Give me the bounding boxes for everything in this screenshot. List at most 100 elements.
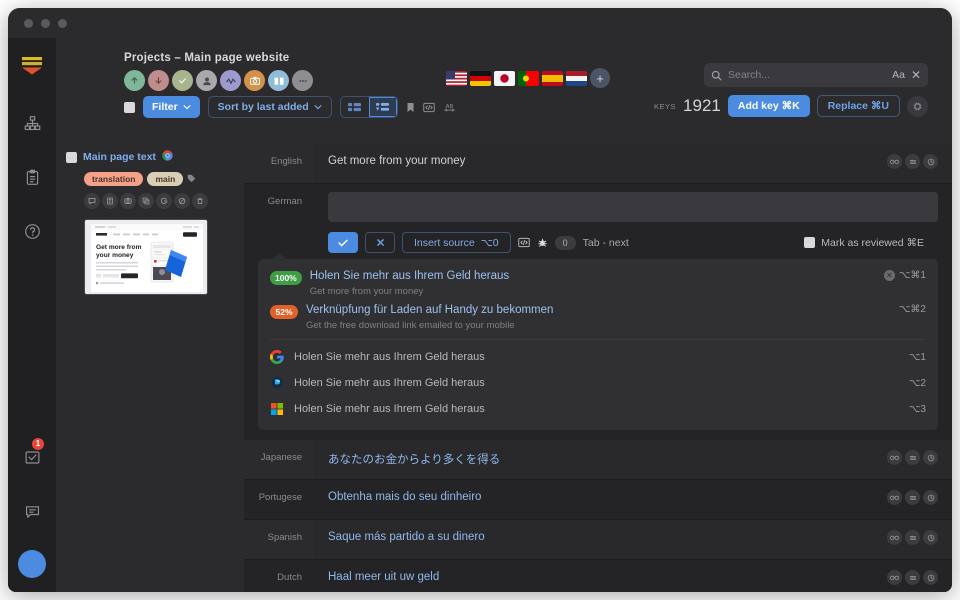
remove-suggestion-icon[interactable]: ✕ [883,270,895,281]
flag-spain-icon[interactable] [542,70,563,86]
sidebar-item-chat[interactable] [17,496,47,526]
search-clear-icon[interactable]: ✕ [911,68,921,82]
history-icon[interactable] [923,154,938,169]
cancel-translation-button[interactable] [365,232,395,253]
key-name[interactable]: Main page text [83,151,156,163]
suggestion-item[interactable]: 52% Verknüpfung für Laden auf Handy zu b… [258,299,938,333]
flag-germany-icon[interactable] [470,70,491,86]
translate-icon[interactable] [905,154,920,169]
row-language-label: Japanese [244,440,314,479]
sidebar-item-tasks[interactable] [17,162,47,192]
select-all-checkbox[interactable] [124,101,135,113]
glasses-icon[interactable] [887,154,902,169]
ab-compare-icon[interactable]: AB [443,102,456,113]
sidebar-item-inbox[interactable]: 1 [17,438,47,472]
history-icon[interactable] [923,490,938,505]
view-grid-button[interactable] [341,97,369,117]
add-language-button[interactable]: + [590,68,610,88]
mark-as-reviewed-toggle[interactable]: Mark as reviewed ⌘E [804,237,938,249]
screenshot-preview: Get more from your money [85,220,207,294]
contributor-check-icon[interactable] [172,70,193,91]
translate-icon[interactable] [905,570,920,585]
window-body: 1 Projects – Main page website + Search.… [8,38,952,592]
description-icon[interactable] [102,193,118,209]
row-translation-value[interactable]: Haal meer uit uw geld [314,560,887,592]
search-case-toggle[interactable]: Aa [892,69,905,81]
flag-japan-icon[interactable] [494,70,515,86]
tag-main[interactable]: main [147,172,184,186]
window-minimize-button[interactable] [41,18,50,28]
contributor-arrow-up-icon[interactable] [124,70,145,91]
contributor-book-icon[interactable] [268,70,289,91]
engine-suggestion-item[interactable]: Holen Sie mehr aus Ihrem Geld heraus ⌥3 [258,396,938,422]
glasses-icon[interactable] [887,450,902,465]
screenshot-icon[interactable] [120,193,136,209]
hidden-icon[interactable] [174,193,190,209]
mark-reviewed-checkbox[interactable] [804,237,816,248]
replace-button[interactable]: Replace ⌘U [816,95,900,117]
keys-label: KEYS [654,101,677,111]
contributor-arrow-down-icon[interactable] [148,70,169,91]
history-icon[interactable] [923,570,938,585]
insert-source-button[interactable]: Insert source ⌥0 [402,232,511,253]
suggestion-item[interactable]: 100% Holen Sie mehr aus Ihrem Geld herau… [258,265,938,299]
deepl-icon [270,376,284,390]
engine-suggestion-item[interactable]: Holen Sie mehr aus Ihrem Geld heraus ⌥1 [258,344,938,370]
tag-translation[interactable]: translation [84,172,144,186]
automations-icon[interactable] [907,95,928,117]
key-checkbox[interactable] [66,151,77,163]
google-translate-icon[interactable] [156,193,172,209]
window-close-button[interactable] [24,18,33,28]
chevron-down-icon [314,105,322,110]
history-icon[interactable] [923,450,938,465]
search-box[interactable]: Aa ✕ [704,63,928,87]
sort-button[interactable]: Sort by last added [207,96,332,118]
tag-icon[interactable] [187,174,196,185]
app-logo-icon[interactable] [19,54,45,80]
row-translation-value[interactable]: Saque más partido a su dinero [314,520,887,559]
sidebar-item-projects[interactable] [17,108,47,138]
sidebar-item-help[interactable] [17,216,47,246]
view-mode-switch [339,96,398,118]
add-key-button[interactable]: Add key ⌘K [727,95,810,117]
avatar[interactable] [18,550,46,578]
suggestion-shortcut-group: ✕ ⌥⌘1 [883,270,926,281]
glasses-icon[interactable] [887,490,902,505]
suggestion-shortcut-group: ⌥⌘2 [899,304,926,315]
flag-usa-icon[interactable] [446,70,467,86]
translation-input[interactable] [328,192,938,222]
source-language-value[interactable]: Get more from your money [314,144,887,183]
translate-icon[interactable] [905,530,920,545]
row-translation-value[interactable]: Obtenha mais do seu dinheiro [314,480,887,519]
view-list-button[interactable] [368,97,397,117]
contributor-activity-icon[interactable] [220,70,241,91]
row-language-label: Portugese [244,480,314,519]
contributor-ellipsis-icon[interactable] [292,70,313,91]
flag-portugal-icon[interactable] [518,70,539,86]
copy-icon[interactable] [138,193,154,209]
comment-icon[interactable] [84,193,100,209]
key-header: Main page text [66,148,234,166]
contributor-camera-icon[interactable] [244,70,265,91]
contributor-person-icon[interactable] [196,70,217,91]
trash-icon[interactable] [192,193,208,209]
mark-reviewed-label: Mark as reviewed ⌘E [821,236,924,249]
history-icon[interactable] [923,530,938,545]
window-maximize-button[interactable] [58,18,67,28]
search-input[interactable] [728,69,887,81]
row-translation-value[interactable]: あなたのお金からより多くを得る [314,440,887,479]
code-tag-icon[interactable] [422,102,435,113]
confirm-translation-button[interactable] [328,232,358,253]
flag-netherlands-icon[interactable] [566,70,587,86]
engine-suggestion-item[interactable]: Holen Sie mehr aus Ihrem Geld heraus ⌥2 [258,370,938,396]
filter-button[interactable]: Filter [143,96,200,118]
translate-icon[interactable] [905,450,920,465]
code-tag-icon[interactable] [517,237,530,248]
bug-icon[interactable] [537,237,548,248]
glasses-icon[interactable] [887,570,902,585]
character-count: 0 [554,235,576,250]
key-screenshot-thumbnail[interactable]: Get more from your money [84,219,208,295]
glasses-icon[interactable] [887,530,902,545]
bookmark-icon[interactable] [406,102,415,113]
translate-icon[interactable] [905,490,920,505]
